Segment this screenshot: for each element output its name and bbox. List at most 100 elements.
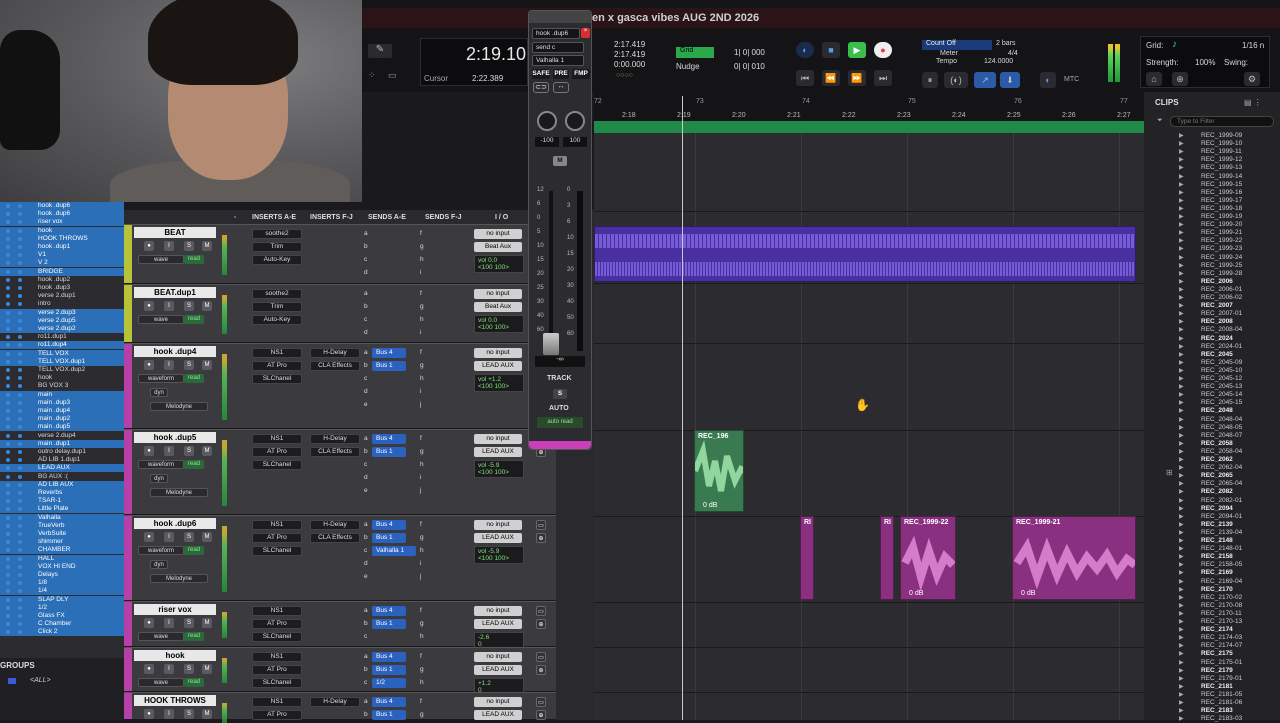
send-slot-letter[interactable]: b: [364, 303, 368, 310]
track-visible-dot-icon[interactable]: [6, 351, 10, 356]
input-monitor-icon[interactable]: I: [164, 301, 174, 311]
send-slot-letter[interactable]: g: [420, 303, 424, 310]
expand-arrow-icon[interactable]: ▶: [1179, 262, 1184, 269]
clip-list-item[interactable]: REC_2170-08: [1201, 602, 1242, 610]
expand-arrow-icon[interactable]: ▶: [1179, 683, 1184, 690]
track-active-dot-icon[interactable]: [18, 523, 22, 528]
expand-arrow-icon[interactable]: ▶: [1179, 181, 1184, 188]
clip-list-item[interactable]: REC_2024-01: [1201, 343, 1242, 351]
expand-arrow-icon[interactable]: ▶: [1179, 610, 1184, 617]
track-name[interactable]: riser vox: [134, 604, 216, 615]
output-selector[interactable]: LEAD AUX: [474, 361, 522, 371]
clip-list-item[interactable]: REC_1999-20: [1201, 221, 1242, 229]
automation-mode[interactable]: read: [184, 460, 204, 469]
send-slot-letter[interactable]: f: [420, 349, 422, 356]
input-monitor-icon[interactable]: I: [164, 360, 174, 370]
clip-list-item[interactable]: REC_2139: [1201, 521, 1233, 529]
send-slot-letter[interactable]: f: [420, 653, 422, 660]
expand-arrow-icon[interactable]: ▶: [1179, 497, 1184, 504]
clip-list-item[interactable]: REC_2065-04: [1201, 480, 1242, 488]
clip-list-item[interactable]: REC_2181-05: [1201, 691, 1242, 699]
send-slot-letter[interactable]: h: [420, 547, 424, 554]
send-slot-letter[interactable]: b: [364, 711, 368, 718]
expand-arrow-icon[interactable]: ▶: [1179, 375, 1184, 382]
expand-arrow-icon[interactable]: ▶: [1179, 545, 1184, 552]
clip-list-item[interactable]: REC_1999-19: [1201, 213, 1242, 221]
clip-list-item[interactable]: REC_1999-13: [1201, 164, 1242, 172]
send-slot-letter[interactable]: g: [420, 534, 424, 541]
track-active-dot-icon[interactable]: [18, 409, 22, 413]
insert-slot[interactable]: AT Pro: [252, 361, 302, 371]
strip-close-icon[interactable]: ×: [581, 28, 590, 38]
expand-arrow-icon[interactable]: ▶: [1179, 294, 1184, 301]
automation-mode[interactable]: read: [184, 374, 204, 383]
pre-button[interactable]: PRE: [553, 69, 569, 79]
input-selector[interactable]: no input: [474, 520, 522, 530]
plugin-view-selector[interactable]: Melodyne: [150, 574, 208, 583]
solo-button[interactable]: S: [553, 389, 567, 399]
input-quantize-icon[interactable]: ⌂: [1146, 72, 1162, 86]
clip-list-item[interactable]: REC_2170-02: [1201, 594, 1242, 602]
solo-icon[interactable]: S: [184, 664, 194, 674]
send-bus[interactable]: Bus 1: [372, 447, 406, 457]
send-slot-letter[interactable]: e: [364, 573, 368, 580]
expand-arrow-icon[interactable]: ▶: [1179, 310, 1184, 317]
dyn-button[interactable]: dyn: [150, 388, 168, 397]
link-icon[interactable]: ⊂⊃: [533, 82, 549, 93]
insert-slot[interactable]: H-Delay: [310, 520, 360, 530]
strip-volume-value[interactable]: -∞: [535, 356, 585, 367]
track-active-dot-icon[interactable]: [18, 318, 22, 323]
clip-list-item[interactable]: REC_2048: [1201, 407, 1233, 415]
expand-arrow-icon[interactable]: ▶: [1179, 569, 1184, 576]
track-visible-dot-icon[interactable]: [6, 359, 10, 364]
track-visible-dot-icon[interactable]: [6, 523, 10, 528]
clip-list-item[interactable]: REC_2181: [1201, 683, 1233, 691]
send-bus[interactable]: Valhalla 1: [372, 546, 416, 556]
automation-mode[interactable]: read: [184, 546, 204, 555]
clip-list-item[interactable]: REC_2048-05: [1201, 424, 1242, 432]
track-visible-dot-icon[interactable]: [6, 286, 10, 290]
send-slot-letter[interactable]: c: [364, 256, 367, 263]
tempo-value[interactable]: 124.0000: [984, 58, 1013, 65]
send-slot-letter[interactable]: b: [364, 534, 368, 541]
record-icon[interactable]: ●: [874, 42, 892, 58]
expand-arrow-icon[interactable]: ▶: [1179, 513, 1184, 520]
record-enable-icon[interactable]: ●: [144, 301, 154, 311]
track-name[interactable]: hook .dup6: [134, 518, 216, 529]
send-slot-letter[interactable]: h: [420, 679, 424, 686]
send-slot-letter[interactable]: i: [420, 388, 421, 395]
expand-arrow-icon[interactable]: ▶: [1179, 667, 1184, 674]
input-selector[interactable]: no input: [474, 697, 522, 707]
clip-list-item[interactable]: REC_2006-02: [1201, 294, 1242, 302]
send-window-icon[interactable]: ⊕: [536, 533, 546, 543]
insert-slot[interactable]: SLChanel: [252, 374, 302, 384]
timeline-ruler[interactable]: 72 73 74 75 76 77 2:18 2:19 2:20 2:21 2:…: [594, 92, 1144, 122]
send-slot-letter[interactable]: f: [420, 698, 422, 705]
audio-clip-ri[interactable]: RI: [880, 516, 894, 600]
expand-arrow-icon[interactable]: ▶: [1179, 675, 1184, 682]
send-bus[interactable]: Bus 4: [372, 606, 406, 616]
track-visible-dot-icon[interactable]: [6, 400, 10, 405]
filter-icon[interactable]: ⏷: [1157, 117, 1163, 125]
send-slot-letter[interactable]: g: [420, 620, 424, 627]
track-visible-dot-icon[interactable]: [6, 450, 10, 454]
output-window-icon[interactable]: ▭: [536, 606, 546, 616]
automation-mode[interactable]: read: [184, 678, 204, 687]
expand-arrow-icon[interactable]: ▶: [1179, 335, 1184, 342]
send-slot-letter[interactable]: g: [420, 362, 424, 369]
volume-value[interactable]: vol -5.9: [478, 462, 520, 469]
smart-tool-icon[interactable]: ▭: [388, 70, 397, 81]
clip-list-item[interactable]: REC_2183-03: [1201, 715, 1242, 723]
channel-strip-window[interactable]: hook .dup6 × send c Valhalla 1 SAFE PRE …: [528, 10, 592, 450]
track-active-dot-icon[interactable]: [18, 482, 22, 487]
volume-value[interactable]: +1.2: [478, 680, 520, 687]
track-visible-dot-icon[interactable]: [6, 327, 10, 331]
expand-arrow-icon[interactable]: ▶: [1179, 343, 1184, 350]
solo-icon[interactable]: S: [184, 360, 194, 370]
send-slot-letter[interactable]: g: [420, 711, 424, 718]
record-enable-icon[interactable]: ●: [144, 618, 154, 628]
clip-list-item[interactable]: REC_2062: [1201, 456, 1233, 464]
clip-list-item[interactable]: REC_2024: [1201, 335, 1233, 343]
expand-arrow-icon[interactable]: ▶: [1179, 432, 1184, 439]
volume-value[interactable]: -2.6: [478, 634, 520, 641]
